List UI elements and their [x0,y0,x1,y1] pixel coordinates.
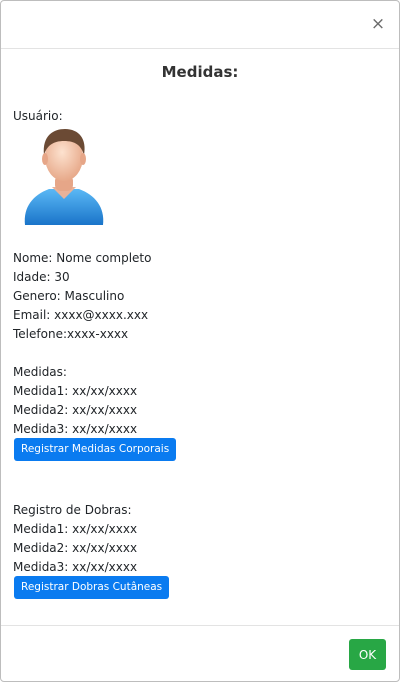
user-name: Nome: Nome completo [13,251,152,265]
measure-item-1: Medida1: xx/xx/xxxx [13,384,138,398]
close-icon: × [370,14,386,34]
user-heading: Usuário: [13,109,63,123]
user-phone: Telefone:xxxx-xxxx [13,327,129,341]
measures-modal: × Medidas: Usuário: Nome: Nome completo … [0,0,400,682]
register-skin-folds-button[interactable]: Registrar Dobras Cutâneas [14,576,170,599]
folds-heading: Registro de Dobras: [13,503,132,517]
close-button[interactable]: × [369,15,387,33]
measures-heading: Medidas: [13,365,67,379]
measure-item-3: Medida3: xx/xx/xxxx [13,422,138,436]
register-body-measures-button[interactable]: Registrar Medidas Corporais [14,438,177,461]
modal-title: Medidas: [161,63,239,81]
fold-item-2: Medida2: xx/xx/xxxx [13,541,138,555]
modal-header: × [1,1,399,49]
user-avatar-icon [24,129,104,225]
user-gender: Genero: Masculino [13,289,125,303]
modal-footer: OK [1,625,399,682]
fold-item-3: Medida3: xx/xx/xxxx [13,560,138,574]
fold-item-1: Medida1: xx/xx/xxxx [13,522,138,536]
measure-item-2: Medida2: xx/xx/xxxx [13,403,138,417]
user-email: Email: xxxx@xxxx.xxx [13,308,149,322]
user-age: Idade: 30 [13,270,70,284]
ok-button[interactable]: OK [349,639,386,670]
